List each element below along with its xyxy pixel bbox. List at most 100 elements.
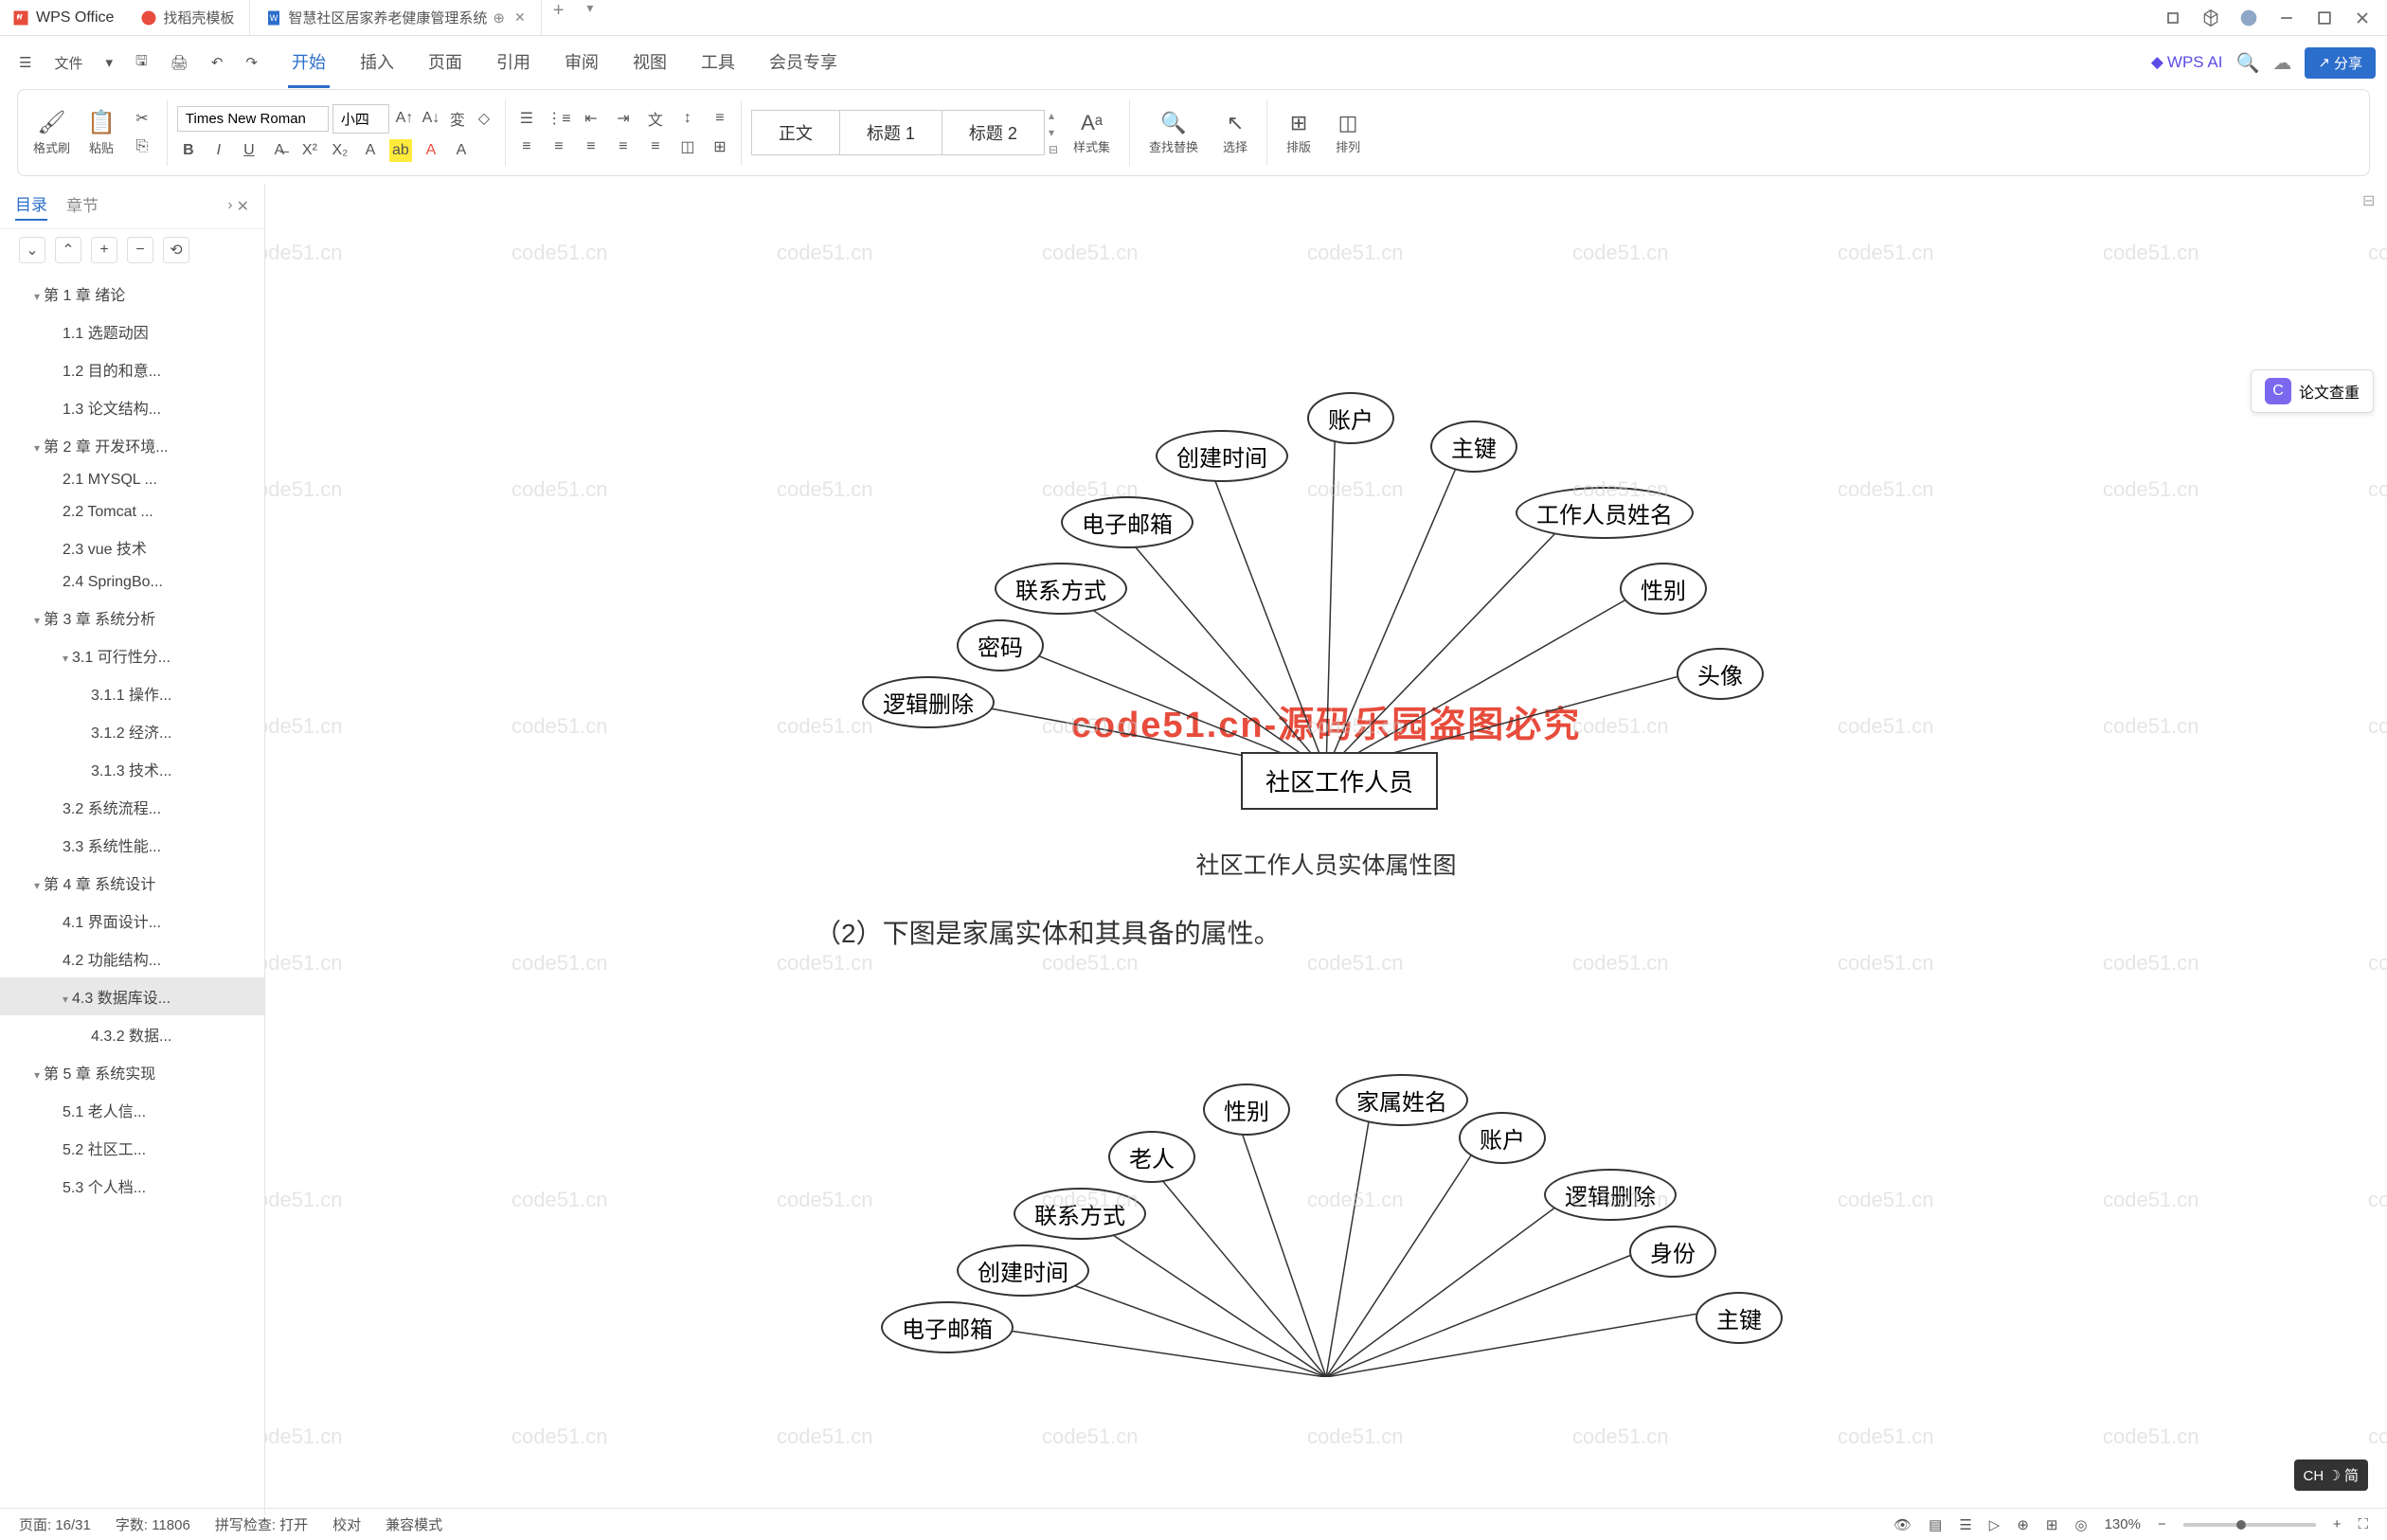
tab-tools[interactable]: 工具 — [697, 38, 739, 88]
text-effect-icon[interactable]: A — [359, 139, 382, 162]
play-icon[interactable]: ▷ — [1989, 1516, 2001, 1533]
align-center-icon[interactable]: ≡ — [547, 135, 570, 158]
zoom-out-icon[interactable]: − — [2158, 1516, 2166, 1532]
save-icon[interactable]: 🖫 — [128, 45, 155, 81]
outline-item[interactable]: 2.4 SpringBo... — [0, 566, 264, 599]
outline-item[interactable]: 3.2 系统流程... — [0, 788, 264, 826]
sidebar-next-icon[interactable]: › — [227, 197, 232, 216]
outline-item[interactable]: 5.3 个人档... — [0, 1167, 264, 1205]
outline-item[interactable]: 1.3 论文结构... — [0, 388, 264, 426]
maximize-icon[interactable] — [2315, 9, 2334, 27]
avatar-icon[interactable] — [2239, 9, 2258, 27]
tab-insert[interactable]: 插入 — [356, 38, 398, 88]
minimize-icon[interactable] — [2277, 9, 2296, 27]
sidebar-tab-chapter[interactable]: 章节 — [66, 192, 99, 220]
cloud-icon[interactable]: ☁ — [2272, 51, 2291, 75]
outline-item[interactable]: 2.2 Tomcat ... — [0, 496, 264, 528]
wps-ai-button[interactable]: ◆WPS AI — [2151, 53, 2223, 72]
select-button[interactable]: ↖选择 — [1213, 111, 1257, 155]
rail-collapse-icon[interactable]: ⊟ — [2362, 191, 2383, 212]
outline-item[interactable]: ▾第 2 章 开发环境... — [0, 426, 264, 464]
distribute-icon[interactable]: ≡ — [644, 135, 667, 158]
redo-icon[interactable]: ↷ — [238, 48, 265, 77]
line-spacing-icon[interactable]: ≡ — [709, 107, 731, 130]
outline-item[interactable]: 5.1 老人信... — [0, 1091, 264, 1129]
sort-icon[interactable]: ↕ — [676, 107, 699, 130]
italic-icon[interactable]: I — [207, 139, 230, 162]
outline-item[interactable]: 2.1 MYSQL ... — [0, 464, 264, 496]
style-up-icon[interactable]: ▴ — [1049, 109, 1058, 122]
shading-icon[interactable]: ◫ — [676, 135, 699, 158]
style-more-icon[interactable]: ⊟ — [1049, 143, 1058, 156]
outline-item[interactable]: 4.3.2 数据... — [0, 1015, 264, 1053]
outline-item[interactable]: 4.1 界面设计... — [0, 902, 264, 940]
tab-dropdown-icon[interactable]: ⊕ — [493, 9, 505, 27]
outline-item[interactable]: 3.1.3 技术... — [0, 750, 264, 788]
paper-check-button[interactable]: C 论文查重 — [2251, 369, 2374, 413]
order-button[interactable]: ◫排列 — [1326, 111, 1370, 155]
fullscreen-icon[interactable]: ⛶ — [2358, 1516, 2368, 1532]
copy-icon[interactable]: ⎘ — [131, 135, 153, 158]
format-brush-button[interactable]: 🖌格式刷 — [27, 109, 76, 156]
outline-item[interactable]: ▾第 1 章 绪论 — [0, 275, 264, 313]
outline-item[interactable]: ▾4.3 数据库设... — [0, 977, 264, 1015]
bullet-list-icon[interactable]: ☰ — [515, 107, 538, 130]
style-h1[interactable]: 标题 1 — [840, 110, 942, 155]
proof-status[interactable]: 校对 — [332, 1514, 361, 1534]
styleset-button[interactable]: Aᵃ样式集 — [1064, 111, 1120, 155]
zoom-in-icon[interactable]: + — [2333, 1516, 2342, 1532]
justify-icon[interactable]: ≡ — [612, 135, 635, 158]
eye-icon[interactable]: 👁 — [1893, 1516, 1911, 1533]
tab-review[interactable]: 审阅 — [561, 38, 602, 88]
outline-item[interactable]: 1.1 选题动因 — [0, 313, 264, 350]
expand-icon[interactable]: ⌃ — [55, 237, 81, 263]
menu-icon[interactable]: ☰ — [11, 48, 39, 77]
tab-document[interactable]: W 智慧社区居家养老健康管理系统 ⊕ ✕ — [250, 0, 541, 35]
grid-icon[interactable]: ⊞ — [2046, 1516, 2058, 1533]
word-count[interactable]: 字数: 11806 — [116, 1514, 190, 1534]
clear-format-icon[interactable]: ◇ — [473, 107, 495, 130]
size-select[interactable]: 小四 — [332, 104, 389, 134]
outline-item[interactable]: 3.1.1 操作... — [0, 674, 264, 712]
outline-item[interactable]: 2.3 vue 技术 — [0, 528, 264, 566]
cube-icon[interactable] — [2201, 9, 2220, 27]
share-button[interactable]: ↗分享 — [2305, 47, 2376, 79]
shrink-font-icon[interactable]: A↓ — [420, 107, 442, 130]
file-menu[interactable]: 文件 — [46, 47, 90, 79]
search-icon[interactable]: 🔍 — [2236, 51, 2260, 75]
collapse-icon[interactable]: ⌄ — [19, 237, 45, 263]
tab-start[interactable]: 开始 — [288, 38, 330, 88]
tab-close-icon[interactable]: ✕ — [514, 9, 526, 26]
undo-icon[interactable]: ↶ — [204, 48, 231, 77]
subscript-icon[interactable]: X₂ — [329, 139, 351, 162]
arrange-button[interactable]: ⊞排版 — [1277, 111, 1320, 155]
tab-reference[interactable]: 引用 — [493, 38, 534, 88]
outline-item[interactable]: 5.2 社区工... — [0, 1129, 264, 1167]
outline-item[interactable]: ▾第 3 章 系统分析 — [0, 599, 264, 636]
zoom-value[interactable]: 130% — [2105, 1516, 2141, 1532]
ime-indicator[interactable]: CH ☽ 简 — [2294, 1459, 2368, 1491]
grow-font-icon[interactable]: A↑ — [393, 107, 416, 130]
print-icon[interactable]: 🖨 — [163, 48, 196, 77]
zoom-slider[interactable] — [2183, 1523, 2316, 1527]
outline-item[interactable]: 3.1.2 经济... — [0, 712, 264, 750]
phonetic-icon[interactable]: 変 — [446, 107, 469, 130]
outline-item[interactable]: ▾第 4 章 系统设计 — [0, 864, 264, 902]
cut-icon[interactable]: ✂ — [131, 107, 153, 130]
outdent-icon[interactable]: ⇤ — [580, 107, 602, 130]
page-indicator[interactable]: 页面: 16/31 — [19, 1514, 91, 1534]
focus-icon[interactable]: ◎ — [2074, 1516, 2087, 1533]
globe-icon[interactable]: ⊕ — [2017, 1516, 2029, 1533]
outline-item[interactable]: 3.3 系统性能... — [0, 826, 264, 864]
bold-icon[interactable]: B — [177, 139, 200, 162]
outline-list[interactable]: ▾第 1 章 绪论1.1 选题动因1.2 目的和意...1.3 论文结构...▾… — [0, 271, 264, 1515]
outline-item[interactable]: 1.2 目的和意... — [0, 350, 264, 388]
border-icon[interactable]: ⊞ — [709, 135, 731, 158]
number-list-icon[interactable]: ⋮≡ — [547, 107, 570, 130]
align-left-icon[interactable]: ≡ — [515, 135, 538, 158]
font-select[interactable]: Times New Roman — [177, 106, 329, 132]
tab-view[interactable]: 视图 — [629, 38, 671, 88]
sidebar-close-icon[interactable]: ✕ — [237, 197, 249, 216]
outline-item[interactable]: 4.2 功能结构... — [0, 940, 264, 977]
outline-item[interactable]: ▾第 5 章 系统实现 — [0, 1053, 264, 1091]
